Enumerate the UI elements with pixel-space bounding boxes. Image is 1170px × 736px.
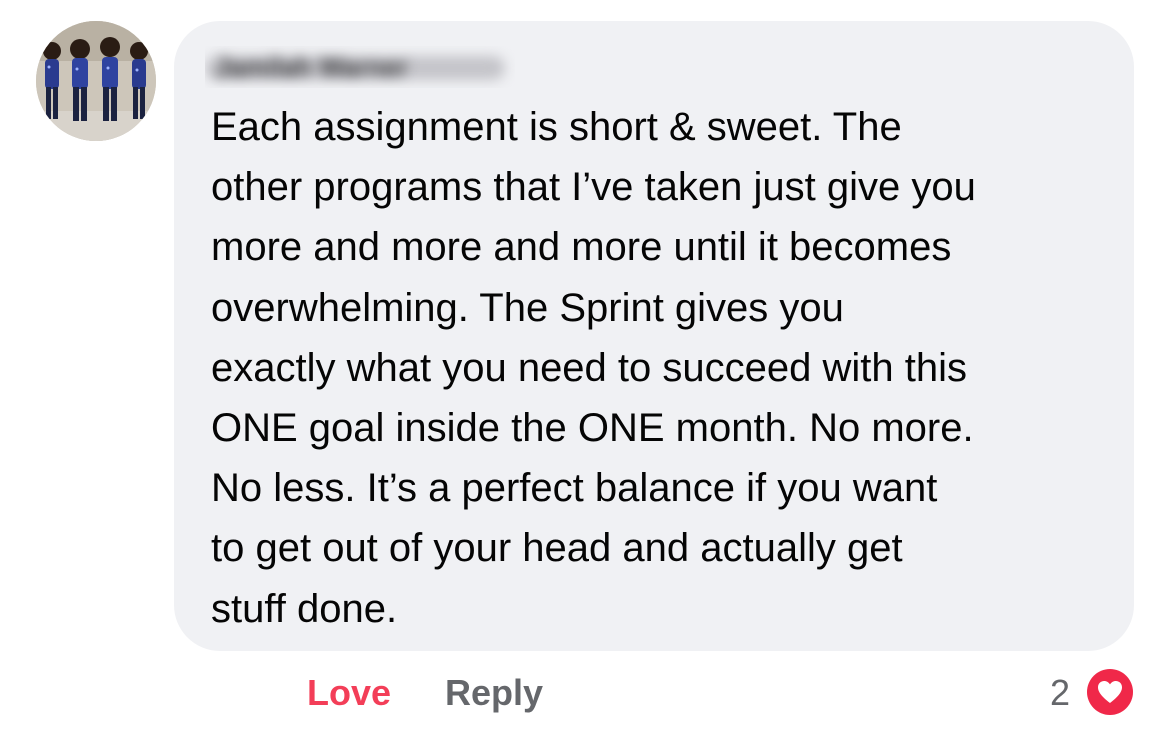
author-name-text: Jamilah Warner	[215, 52, 408, 82]
comment-author-name[interactable]: Jamilah Warner	[205, 46, 515, 88]
avatar[interactable]	[36, 21, 156, 141]
heart-icon	[1087, 669, 1133, 715]
comment-body: Each assignment is short & sweet. The ot…	[211, 105, 976, 631]
reply-button[interactable]: Reply	[445, 668, 543, 718]
reaction-count[interactable]: 2	[1050, 668, 1070, 718]
reaction-badge[interactable]	[1084, 666, 1136, 718]
love-button[interactable]: Love	[307, 668, 391, 718]
